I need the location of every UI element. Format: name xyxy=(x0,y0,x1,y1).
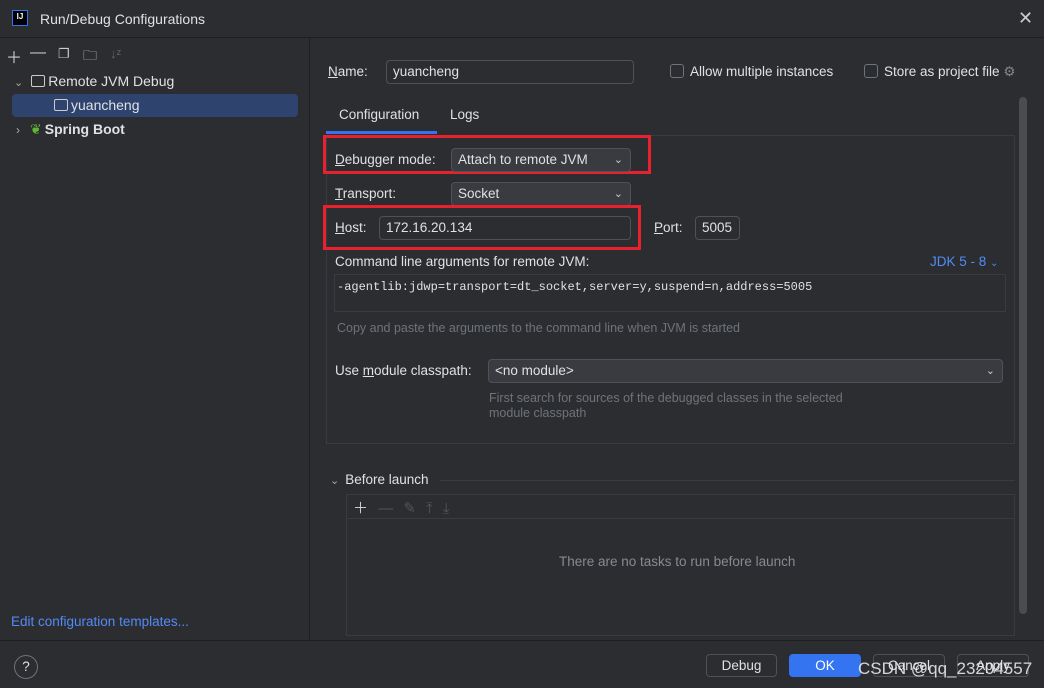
select-value: <no module> xyxy=(495,363,574,378)
select-value: Attach to remote JVM xyxy=(458,152,588,167)
ok-button[interactable]: OK xyxy=(789,654,861,677)
chevron-down-icon: ⌄ xyxy=(990,258,999,269)
footer-divider xyxy=(0,640,1044,641)
tree-item-remote-jvm-debug[interactable]: ⌄ Remote JVM Debug xyxy=(12,70,298,93)
section-title: Before launch xyxy=(345,472,429,487)
store-project-checkbox[interactable]: Store as project file ⚙ xyxy=(864,64,1015,80)
intellij-logo: IJ xyxy=(12,10,28,26)
list-toolbar: ＋ — ✎ ⤒ ⤓ xyxy=(347,495,1014,519)
minus-icon[interactable]: — xyxy=(30,44,46,62)
chevron-down-icon: ⌄ xyxy=(14,77,24,89)
plus-icon[interactable]: ＋ xyxy=(353,500,368,517)
tab-logs[interactable]: Logs xyxy=(450,107,479,122)
port-input[interactable]: 5005 xyxy=(695,216,740,240)
remote-debug-icon xyxy=(54,99,68,111)
module-hint: First search for sources of the debugged… xyxy=(489,391,843,421)
cmd-args-field[interactable]: -agentlib:jdwp=transport=dt_socket,serve… xyxy=(334,274,1006,312)
tab-configuration[interactable]: Configuration xyxy=(339,107,419,122)
move-up-icon[interactable]: ⤒ xyxy=(426,500,433,517)
chevron-down-icon: ⌄ xyxy=(613,154,623,166)
hint-line: module classpath xyxy=(489,406,587,420)
sort-icon[interactable]: ↓ᶻ xyxy=(110,46,121,61)
debug-button[interactable]: Debug xyxy=(706,654,777,677)
help-button[interactable]: ? xyxy=(14,655,38,679)
close-icon[interactable]: ✕ xyxy=(1018,8,1033,29)
edit-icon[interactable]: ✎ xyxy=(403,500,416,517)
cmd-label: Command line arguments for remote JVM: xyxy=(335,254,590,269)
host-label: Host: xyxy=(335,220,367,235)
name-label: Name: xyxy=(328,64,368,79)
gear-icon[interactable]: ⚙ xyxy=(1003,64,1015,79)
hint-line: First search for sources of the debugged… xyxy=(489,391,843,405)
allow-multiple-checkbox[interactable]: Allow multiple instances xyxy=(670,64,833,79)
divider xyxy=(440,480,1015,481)
debugger-mode-label: Debugger mode: xyxy=(335,152,436,167)
new-folder-icon[interactable]: 🗀 xyxy=(83,45,97,69)
jdk-value: JDK 5 - 8 xyxy=(930,254,987,269)
tree-item-yuancheng[interactable]: yuancheng xyxy=(12,94,298,117)
host-input[interactable]: 172.16.20.134 xyxy=(379,216,631,240)
active-tab-indicator xyxy=(326,131,437,134)
remote-debug-icon xyxy=(31,75,46,87)
title-bar: IJ Run/Debug Configurations ✕ xyxy=(0,0,1044,38)
debugger-mode-select[interactable]: Attach to remote JVM ⌄ xyxy=(451,148,631,172)
cmd-hint: Copy and paste the arguments to the comm… xyxy=(337,321,740,335)
chevron-right-icon: › xyxy=(16,123,20,137)
checkbox-label: Store as project file xyxy=(884,64,1000,79)
tree-label: Spring Boot xyxy=(44,121,125,137)
move-down-icon[interactable]: ⤓ xyxy=(443,500,450,517)
window-title: Run/Debug Configurations xyxy=(40,11,205,27)
checkbox-box xyxy=(864,64,878,78)
transport-select[interactable]: Socket ⌄ xyxy=(451,182,631,206)
jdk-version-select[interactable]: JDK 5 - 8 ⌄ xyxy=(930,254,998,269)
select-value: Socket xyxy=(458,186,500,201)
scrollbar[interactable] xyxy=(1019,97,1027,614)
tree-label: Remote JVM Debug xyxy=(48,73,175,89)
empty-tasks-message: There are no tasks to run before launch xyxy=(559,554,796,569)
spring-boot-icon: ❦ xyxy=(30,121,42,137)
chevron-down-icon: ⌄ xyxy=(985,365,995,377)
module-select[interactable]: <no module> ⌄ xyxy=(488,359,1003,383)
minus-icon[interactable]: — xyxy=(378,500,393,517)
watermark: CSDN @qq_23204557 xyxy=(858,659,1033,678)
tree-item-spring-boot[interactable]: › ❦ Spring Boot xyxy=(12,118,298,141)
checkbox-label: Allow multiple instances xyxy=(690,64,834,79)
transport-label: Transport: xyxy=(335,186,397,201)
checkbox-box xyxy=(670,64,684,78)
before-launch-toggle[interactable]: ⌄ Before launch xyxy=(330,472,429,487)
edit-templates-link[interactable]: Edit configuration templates... xyxy=(11,614,189,629)
plus-icon[interactable]: ＋ xyxy=(6,44,22,68)
before-launch-list: ＋ — ✎ ⤒ ⤓ There are no tasks to run befo… xyxy=(346,494,1015,636)
chevron-down-icon: ⌄ xyxy=(613,188,623,200)
copy-icon[interactable]: ❐ xyxy=(58,46,70,62)
name-input[interactable]: yuancheng xyxy=(386,60,634,84)
module-label: Use module classpath: xyxy=(335,363,472,378)
port-label: Port: xyxy=(654,220,683,235)
chevron-down-icon: ⌄ xyxy=(330,475,340,487)
sidebar: ＋ — ❐ 🗀 ↓ᶻ ⌄ Remote JVM Debug yuancheng ›… xyxy=(0,38,310,640)
tree-label: yuancheng xyxy=(71,97,140,113)
